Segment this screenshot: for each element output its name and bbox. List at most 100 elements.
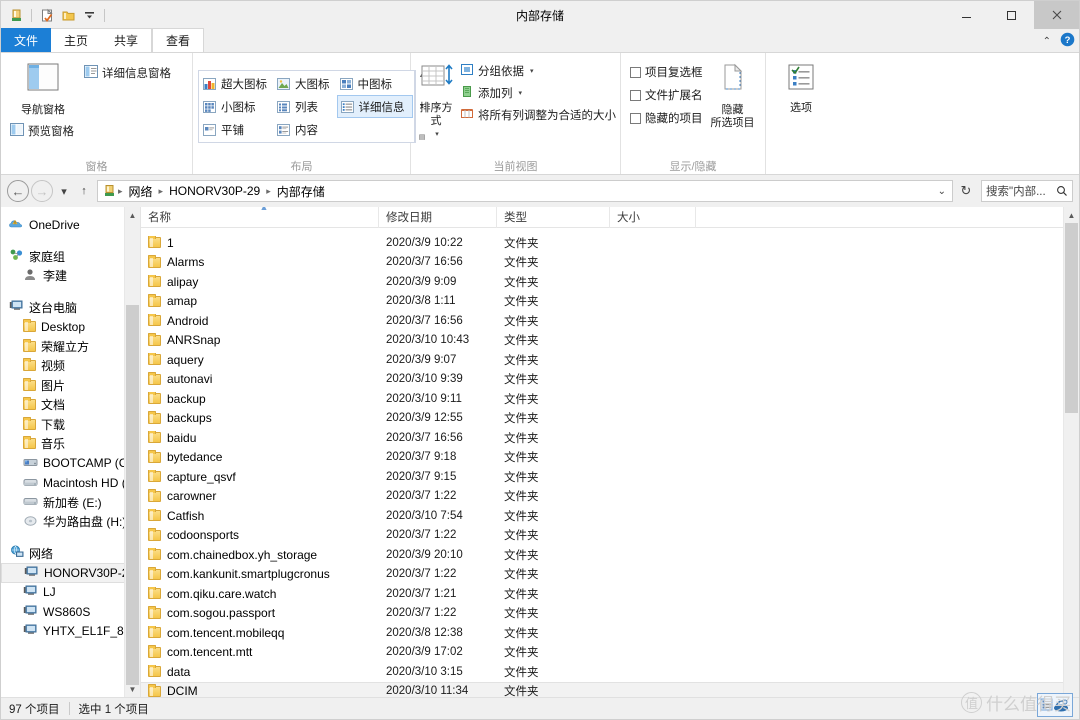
properties-icon[interactable]	[7, 6, 25, 24]
sidebar-item-this-pc[interactable]: 这台电脑	[1, 298, 140, 318]
breadcrumb-sep-2[interactable]: ▸	[265, 186, 272, 197]
tab-view[interactable]: 查看	[152, 28, 205, 52]
nav-scroll-down-icon[interactable]: ▼	[125, 681, 140, 697]
preview-pane-button[interactable]: 预览窗格	[6, 120, 175, 142]
breadcrumb[interactable]: ▸ 网络 ▸ HONORV30P-29 ▸ 内部存储 ⌄	[97, 180, 953, 202]
table-row[interactable]: com.kankunit.smartplugcronus 2020/3/7 1:…	[141, 565, 1063, 585]
breadcrumb-item-device[interactable]: HONORV30P-29	[165, 184, 264, 198]
item-checkboxes-option[interactable]: 项目复选框	[626, 61, 707, 83]
maximize-button[interactable]	[989, 1, 1034, 29]
table-row[interactable]: baidu 2020/3/7 16:56 文件夹	[141, 428, 1063, 448]
table-row[interactable]: DCIM 2020/3/10 11:34 文件夹	[141, 681, 1063, 697]
table-row[interactable]: aquery 2020/3/9 9:07 文件夹	[141, 350, 1063, 370]
sidebar-item-homegroup[interactable]: 家庭组	[1, 247, 140, 267]
table-row[interactable]: Catfish 2020/3/10 7:54 文件夹	[141, 506, 1063, 526]
close-button[interactable]	[1034, 1, 1079, 29]
breadcrumb-sep-1[interactable]: ▸	[158, 186, 165, 197]
table-row[interactable]: Alarms 2020/3/7 16:56 文件夹	[141, 253, 1063, 273]
group-by-button[interactable]: 分组依据 ▾	[456, 60, 620, 82]
table-row[interactable]: 1 2020/3/9 10:22 文件夹	[141, 233, 1063, 253]
sidebar-item-macintosh-hd[interactable]: Macintosh HD (	[1, 473, 140, 493]
forward-button[interactable]: →	[31, 180, 53, 202]
new-folder-icon[interactable]	[38, 6, 56, 24]
sidebar-item-pictures[interactable]: 图片	[1, 376, 140, 396]
group-by-caret-icon[interactable]: ▾	[530, 67, 534, 75]
collapse-ribbon-icon[interactable]: ⌃	[1043, 36, 1051, 47]
layout-option-small[interactable]: 小图标	[200, 95, 274, 118]
breadcrumb-item-network[interactable]: 网络	[125, 183, 157, 200]
file-extensions-option[interactable]: 文件扩展名	[626, 84, 707, 106]
sidebar-item-user[interactable]: 李建	[1, 266, 140, 286]
folder-icon[interactable]	[59, 6, 77, 24]
breadcrumb-item-current[interactable]: 内部存储	[273, 183, 329, 200]
table-row[interactable]: com.tencent.mobileqq 2020/3/8 12:38 文件夹	[141, 623, 1063, 643]
file-extensions-checkbox[interactable]	[630, 89, 641, 101]
nav-scroll-up-icon[interactable]: ▲	[125, 207, 140, 223]
sidebar-item-rongyao[interactable]: 荣耀立方	[1, 337, 140, 357]
table-row[interactable]: alipay 2020/3/9 9:09 文件夹	[141, 272, 1063, 292]
sidebar-item-bootcamp[interactable]: BOOTCAMP (C:	[1, 454, 140, 474]
add-column-caret-icon[interactable]: ▾	[519, 89, 523, 97]
column-header-type[interactable]: 类型	[497, 207, 610, 228]
address-dropdown-icon[interactable]: ⌄	[938, 186, 948, 197]
navigation-pane-button[interactable]: 导航窗格	[6, 58, 80, 117]
sidebar-item-videos[interactable]: 视频	[1, 356, 140, 376]
column-header-date[interactable]: 修改日期	[379, 207, 497, 228]
table-row[interactable]: data 2020/3/10 3:15 文件夹	[141, 662, 1063, 682]
help-icon[interactable]: ?	[1060, 32, 1075, 50]
sidebar-item-music[interactable]: 音乐	[1, 434, 140, 454]
table-row[interactable]: com.chainedbox.yh_storage 2020/3/9 20:10…	[141, 545, 1063, 565]
layout-gallery[interactable]: 超大图标 大图标 中图标 小图标 列表 详细信息 平铺 内容	[198, 70, 415, 143]
file-scroll-thumb[interactable]	[1065, 223, 1078, 413]
hidden-items-option[interactable]: 隐藏的项目	[626, 107, 707, 129]
sidebar-item-documents[interactable]: 文档	[1, 395, 140, 415]
hidden-items-checkbox[interactable]	[630, 112, 641, 124]
sidebar-item-yhtx[interactable]: YHTX_EL1F_87	[1, 622, 140, 642]
tab-share[interactable]: 共享	[101, 28, 151, 52]
layout-option-large[interactable]: 大图标	[274, 72, 337, 95]
table-row[interactable]: backup 2020/3/10 9:11 文件夹	[141, 389, 1063, 409]
sort-by-caret-icon[interactable]: ▾	[435, 128, 439, 141]
table-row[interactable]: autonavi 2020/3/10 9:39 文件夹	[141, 370, 1063, 390]
navigation-pane-scrollbar[interactable]: ▲ ▼	[124, 207, 140, 697]
sidebar-item-onedrive[interactable]: OneDrive	[1, 215, 140, 235]
column-header-size[interactable]: 大小	[610, 207, 696, 228]
table-row[interactable]: com.sogou.passport 2020/3/7 1:22 文件夹	[141, 604, 1063, 624]
file-scroll-up-icon[interactable]: ▲	[1064, 207, 1079, 223]
table-row[interactable]: bytedance 2020/3/7 9:18 文件夹	[141, 448, 1063, 468]
file-list-scrollbar[interactable]: ▲	[1063, 207, 1079, 697]
sidebar-item-huawei-router-disk[interactable]: 华为路由盘 (H:)	[1, 512, 140, 532]
up-button[interactable]: ↑	[75, 180, 93, 202]
sidebar-item-downloads[interactable]: 下载	[1, 415, 140, 435]
table-row[interactable]: com.tencent.mtt 2020/3/9 17:02 文件夹	[141, 643, 1063, 663]
nav-scroll-thumb[interactable]	[126, 305, 139, 685]
table-row[interactable]: ANRSnap 2020/3/10 10:43 文件夹	[141, 331, 1063, 351]
item-checkboxes-checkbox[interactable]	[630, 66, 641, 78]
layout-option-medium[interactable]: 中图标	[337, 72, 413, 95]
recent-locations-button[interactable]: ▾	[55, 180, 73, 202]
table-row[interactable]: amap 2020/3/8 1:11 文件夹	[141, 292, 1063, 312]
tab-home[interactable]: 主页	[51, 28, 101, 52]
hide-selected-button[interactable]: 隐藏 所选项目	[707, 58, 759, 130]
sidebar-item-network[interactable]: 网络	[1, 544, 140, 564]
search-input[interactable]: 搜索"内部...	[981, 180, 1073, 202]
sidebar-item-ws860s[interactable]: WS860S	[1, 602, 140, 622]
table-row[interactable]: Android 2020/3/7 16:56 文件夹	[141, 311, 1063, 331]
refresh-button[interactable]: ↻	[955, 180, 977, 202]
sidebar-item-honorv30p[interactable]: HONORV30P-2	[1, 563, 140, 583]
column-header-name[interactable]: ▲ 名称	[141, 207, 379, 228]
sidebar-item-lj[interactable]: LJ	[1, 583, 140, 603]
layout-option-tiles[interactable]: 平铺	[200, 118, 274, 141]
sort-by-button[interactable]: 排序方式 ▾	[416, 58, 456, 141]
layout-option-extra-large[interactable]: 超大图标	[200, 72, 274, 95]
table-row[interactable]: backups 2020/3/9 12:55 文件夹	[141, 409, 1063, 429]
table-row[interactable]: codoonsports 2020/3/7 1:22 文件夹	[141, 526, 1063, 546]
back-button[interactable]: ←	[7, 180, 29, 202]
sidebar-item-new-volume[interactable]: 新加卷 (E:)	[1, 493, 140, 513]
minimize-button[interactable]	[944, 1, 989, 29]
add-column-button[interactable]: 添加列 ▾	[456, 82, 620, 104]
sidebar-item-desktop[interactable]: Desktop	[1, 317, 140, 337]
tab-file[interactable]: 文件	[1, 28, 52, 52]
details-pane-button[interactable]: 详细信息窗格	[80, 62, 175, 84]
search-icon[interactable]	[1056, 185, 1068, 197]
